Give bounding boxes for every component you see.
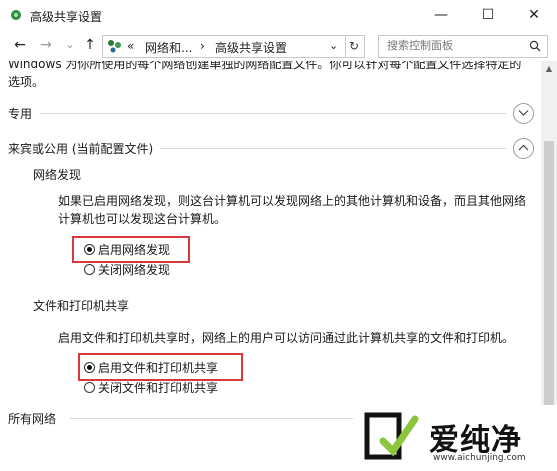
expand-private-button[interactable] xyxy=(513,103,534,124)
forward-button[interactable]: → xyxy=(38,37,54,53)
highlight-box xyxy=(78,353,243,381)
recent-locations-icon[interactable]: ⌄ xyxy=(62,37,78,53)
profile-guest-public-label[interactable]: 来宾或公用 (当前配置文件) xyxy=(8,140,153,157)
breadcrumb-separator: › xyxy=(200,39,205,53)
breadcrumb-advanced-sharing[interactable]: 高级共享设置 xyxy=(215,39,287,56)
radio-button[interactable] xyxy=(84,381,95,393)
minimize-button[interactable]: — xyxy=(418,0,464,31)
network-sharing-icon xyxy=(11,10,21,20)
refresh-button[interactable]: ↻ xyxy=(344,35,365,58)
chevron-up-icon xyxy=(518,144,529,151)
radio-label: 关闭网络发现 xyxy=(98,262,171,277)
divider xyxy=(40,113,506,114)
radio-button[interactable] xyxy=(84,263,95,275)
brand-url: www.aichunjing.com xyxy=(433,453,526,463)
divider xyxy=(70,418,370,419)
brand-logo-icon xyxy=(364,412,419,460)
collapse-guest-public-button[interactable] xyxy=(513,138,534,159)
profile-all-networks-label[interactable]: 所有网络 xyxy=(8,410,56,427)
maximize-button[interactable]: ☐ xyxy=(465,0,511,31)
breadcrumb-network[interactable]: 网络和... xyxy=(145,39,192,56)
divider xyxy=(160,148,506,149)
profile-private-label[interactable]: 专用 xyxy=(8,105,32,122)
highlight-box xyxy=(72,236,190,263)
back-button[interactable]: ← xyxy=(12,37,28,53)
control-panel-icon xyxy=(108,40,121,53)
radio-disable-network-discovery[interactable]: 关闭网络发现 xyxy=(84,261,170,277)
scroll-up-icon[interactable]: ▲ xyxy=(541,61,557,77)
chevron-down-icon xyxy=(518,110,529,116)
window-title: 高级共享设置 xyxy=(30,10,103,24)
up-button[interactable]: ↑ xyxy=(82,37,98,53)
address-bar[interactable]: « 网络和... › 高级共享设置 ⌄ xyxy=(102,35,346,58)
radio-label: 关闭文件和打印机共享 xyxy=(98,380,219,395)
watermark-logo: 爱纯净 www.aichunjing.com xyxy=(353,405,557,471)
intro-text: Windows 为你所使用的每个网络创建单独的网络配置文件。你可以针对每个配置文… xyxy=(8,61,522,89)
navigation-bar: ← → ⌄ ↑ « 网络和... › 高级共享设置 ⌄ ↻ xyxy=(0,31,557,61)
search-box[interactable] xyxy=(378,35,548,58)
address-dropdown-icon[interactable]: ⌄ xyxy=(329,39,338,52)
search-icon[interactable] xyxy=(529,40,541,52)
file-printer-sharing-title: 文件和打印机共享 xyxy=(33,299,130,313)
breadcrumb-overflow[interactable]: « xyxy=(127,39,134,53)
network-discovery-title: 网络发现 xyxy=(33,168,82,182)
close-button[interactable]: ✕ xyxy=(511,0,557,31)
network-discovery-description: 如果已启用网络发现，则这台计算机可以发现网络上的其他计算机和设备，而且其他网络计… xyxy=(58,194,527,226)
file-printer-sharing-description: 启用文件和打印机共享时，网络上的用户可以访问通过此计算机共享的文件和打印机。 xyxy=(58,331,515,345)
radio-disable-file-printer-sharing[interactable]: 关闭文件和打印机共享 xyxy=(84,379,218,395)
title-bar: 高级共享设置 — ☐ ✕ xyxy=(0,0,557,31)
search-input[interactable] xyxy=(379,36,527,55)
